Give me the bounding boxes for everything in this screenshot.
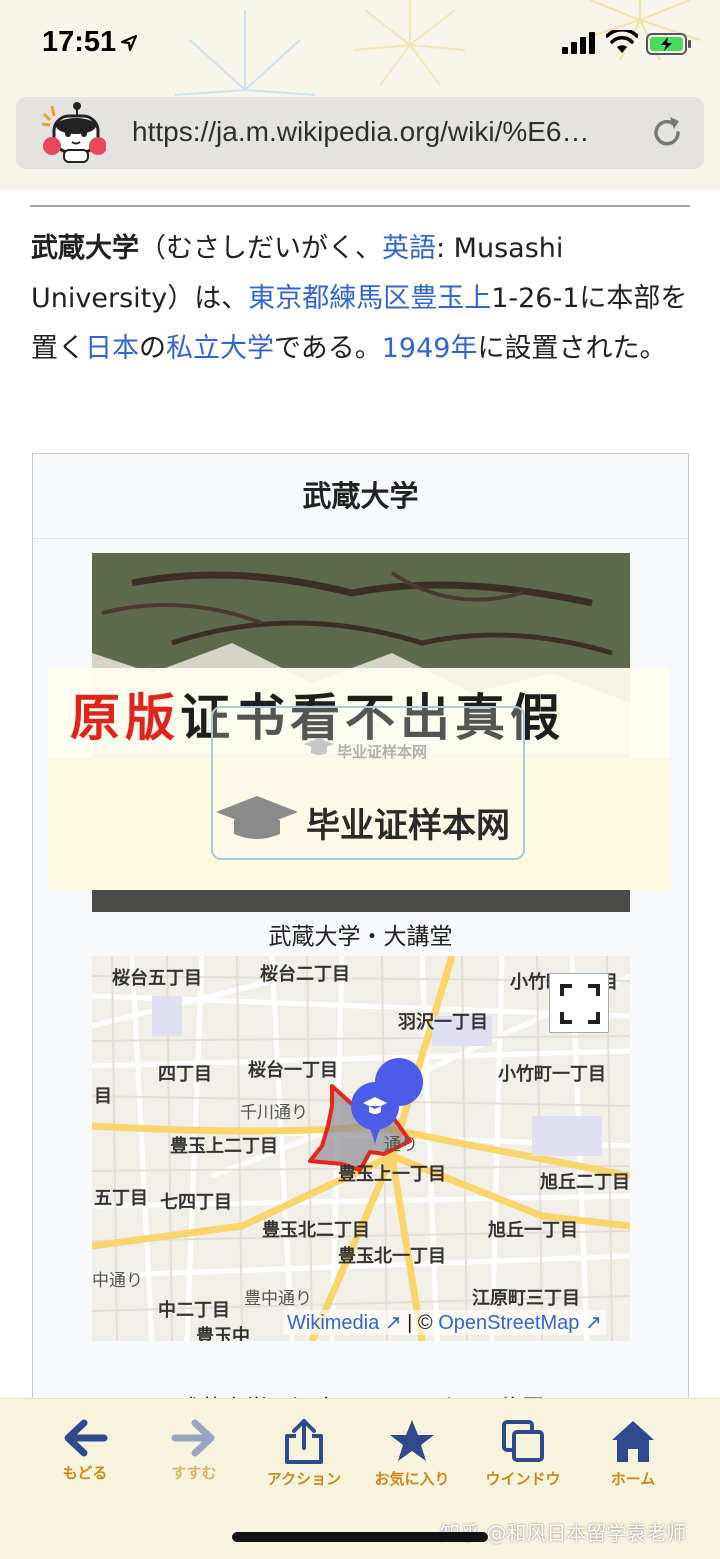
reload-icon[interactable] <box>648 114 686 152</box>
browser-chrome: 17:51 https://ja.m.wikipedia.org/wiki/%E… <box>0 0 720 190</box>
browser-mascot-icon[interactable] <box>40 100 106 166</box>
watermark-big-text: 毕业证样本网 <box>306 806 510 846</box>
link-private-university[interactable]: 私立大学 <box>166 333 274 364</box>
map-label: 中二丁目 <box>158 1300 230 1321</box>
map-label: 豊玉北二丁目 <box>262 1220 370 1241</box>
map-label: 桜台二丁目 <box>260 964 350 985</box>
back-arrow-icon <box>64 1419 108 1457</box>
windows-label: ウインドウ <box>485 1470 561 1488</box>
windows-button[interactable]: ウインドウ <box>468 1418 578 1489</box>
share-label: アクション <box>266 1470 342 1488</box>
share-icon <box>285 1419 323 1464</box>
fullscreen-icon <box>560 984 600 1024</box>
map-label: 旭丘一丁目 <box>488 1220 578 1241</box>
map-label: 豊玉上二丁目 <box>170 1136 278 1157</box>
status-time: 17:51 <box>42 26 117 58</box>
wifi-icon <box>606 30 638 53</box>
link-location[interactable]: 東京都練馬区豊玉上 <box>248 283 491 314</box>
map-label: 旭丘二丁目 <box>540 1172 630 1193</box>
watermark-headline-red: 原版 <box>70 688 180 747</box>
windows-icon <box>502 1420 544 1462</box>
map-label: 豊玉上一丁目 <box>338 1164 446 1185</box>
infobox-title: 武蔵大学 <box>33 454 688 539</box>
photo-caption: 武蔵大学・大講堂 <box>268 924 453 950</box>
share-action-button[interactable]: アクション <box>249 1418 359 1489</box>
map-label: 江原町三丁目 <box>472 1288 580 1309</box>
external-link-icon: ↗ <box>384 1312 402 1334</box>
intro-text: に設置された。 <box>477 333 667 364</box>
article-intro: 武蔵大学（むさしだいがく、英語: Musashi University）は、東京… <box>31 224 691 374</box>
section-divider <box>30 205 690 207</box>
link-japan[interactable]: 日本 <box>85 333 139 364</box>
map-label: 羽沢一丁目 <box>398 1012 488 1033</box>
url-text[interactable]: https://ja.m.wikipedia.org/wiki/%E6… <box>132 116 632 148</box>
graduation-cap-icon <box>216 796 298 839</box>
home-indicator[interactable] <box>232 1532 488 1542</box>
favorites-button[interactable]: お気に入り <box>357 1418 467 1489</box>
location-arrow-icon <box>120 34 138 52</box>
map-label: 五丁目 <box>94 1188 148 1209</box>
map-label: 四丁目 <box>158 1064 212 1085</box>
favorites-label: お気に入り <box>374 1470 450 1488</box>
watermark-small-text: 毕业证样本网 <box>337 743 428 761</box>
home-label: ホーム <box>610 1470 656 1488</box>
wikimedia-link[interactable]: Wikimedia <box>287 1312 379 1334</box>
map-label: 桜台一丁目 <box>248 1060 338 1081</box>
map-label: 通り <box>384 1135 418 1155</box>
intro-text: （むさしだいがく、 <box>139 233 382 264</box>
link-english[interactable]: 英語 <box>382 233 436 264</box>
forward-button[interactable]: すすむ <box>139 1418 249 1483</box>
back-label: もどる <box>62 1464 108 1482</box>
intro-text: の <box>139 333 166 364</box>
map-fullscreen-button[interactable] <box>549 973 609 1033</box>
map-label: 豊中通り <box>244 1289 312 1309</box>
forward-label: すすむ <box>171 1464 217 1482</box>
back-button[interactable]: もどる <box>30 1418 140 1483</box>
map-label: 七四丁目 <box>160 1192 232 1213</box>
external-link-icon: ↗ <box>584 1312 602 1334</box>
home-button[interactable]: ホーム <box>578 1418 688 1489</box>
map-label: 桜台五丁目 <box>112 968 202 989</box>
intro-text: である。 <box>274 333 382 364</box>
forward-arrow-icon <box>171 1419 215 1457</box>
openstreetmap-link[interactable]: OpenStreetMap <box>438 1312 579 1334</box>
graduation-cap-icon <box>304 738 334 755</box>
article-subject: 武蔵大学 <box>31 233 139 264</box>
map-attribution: Wikimedia ↗ | © OpenStreetMap ↗ <box>283 1310 606 1335</box>
cellular-signal-icon <box>562 32 595 54</box>
battery-charging-icon <box>646 33 691 55</box>
map-label: 千川通り <box>240 1103 308 1123</box>
infobox: 武蔵大学 武蔵大学・大講堂 桜台五丁目 桜台二丁目 羽沢一丁目 小竹町一丁目 四… <box>32 453 689 1453</box>
map-label: 小竹町一丁目 <box>498 1064 606 1085</box>
map-label: 豊玉中 <box>196 1326 250 1341</box>
home-icon <box>612 1421 654 1462</box>
link-year[interactable]: 1949年 <box>382 333 478 364</box>
map-label: 中通り <box>92 1271 143 1291</box>
map-label: 目 <box>94 1086 112 1107</box>
attribution-separator: | © <box>407 1312 433 1334</box>
map-label: 豊玉北一丁目 <box>338 1246 446 1267</box>
status-bar: 17:51 <box>0 0 720 90</box>
star-icon <box>390 1420 434 1461</box>
